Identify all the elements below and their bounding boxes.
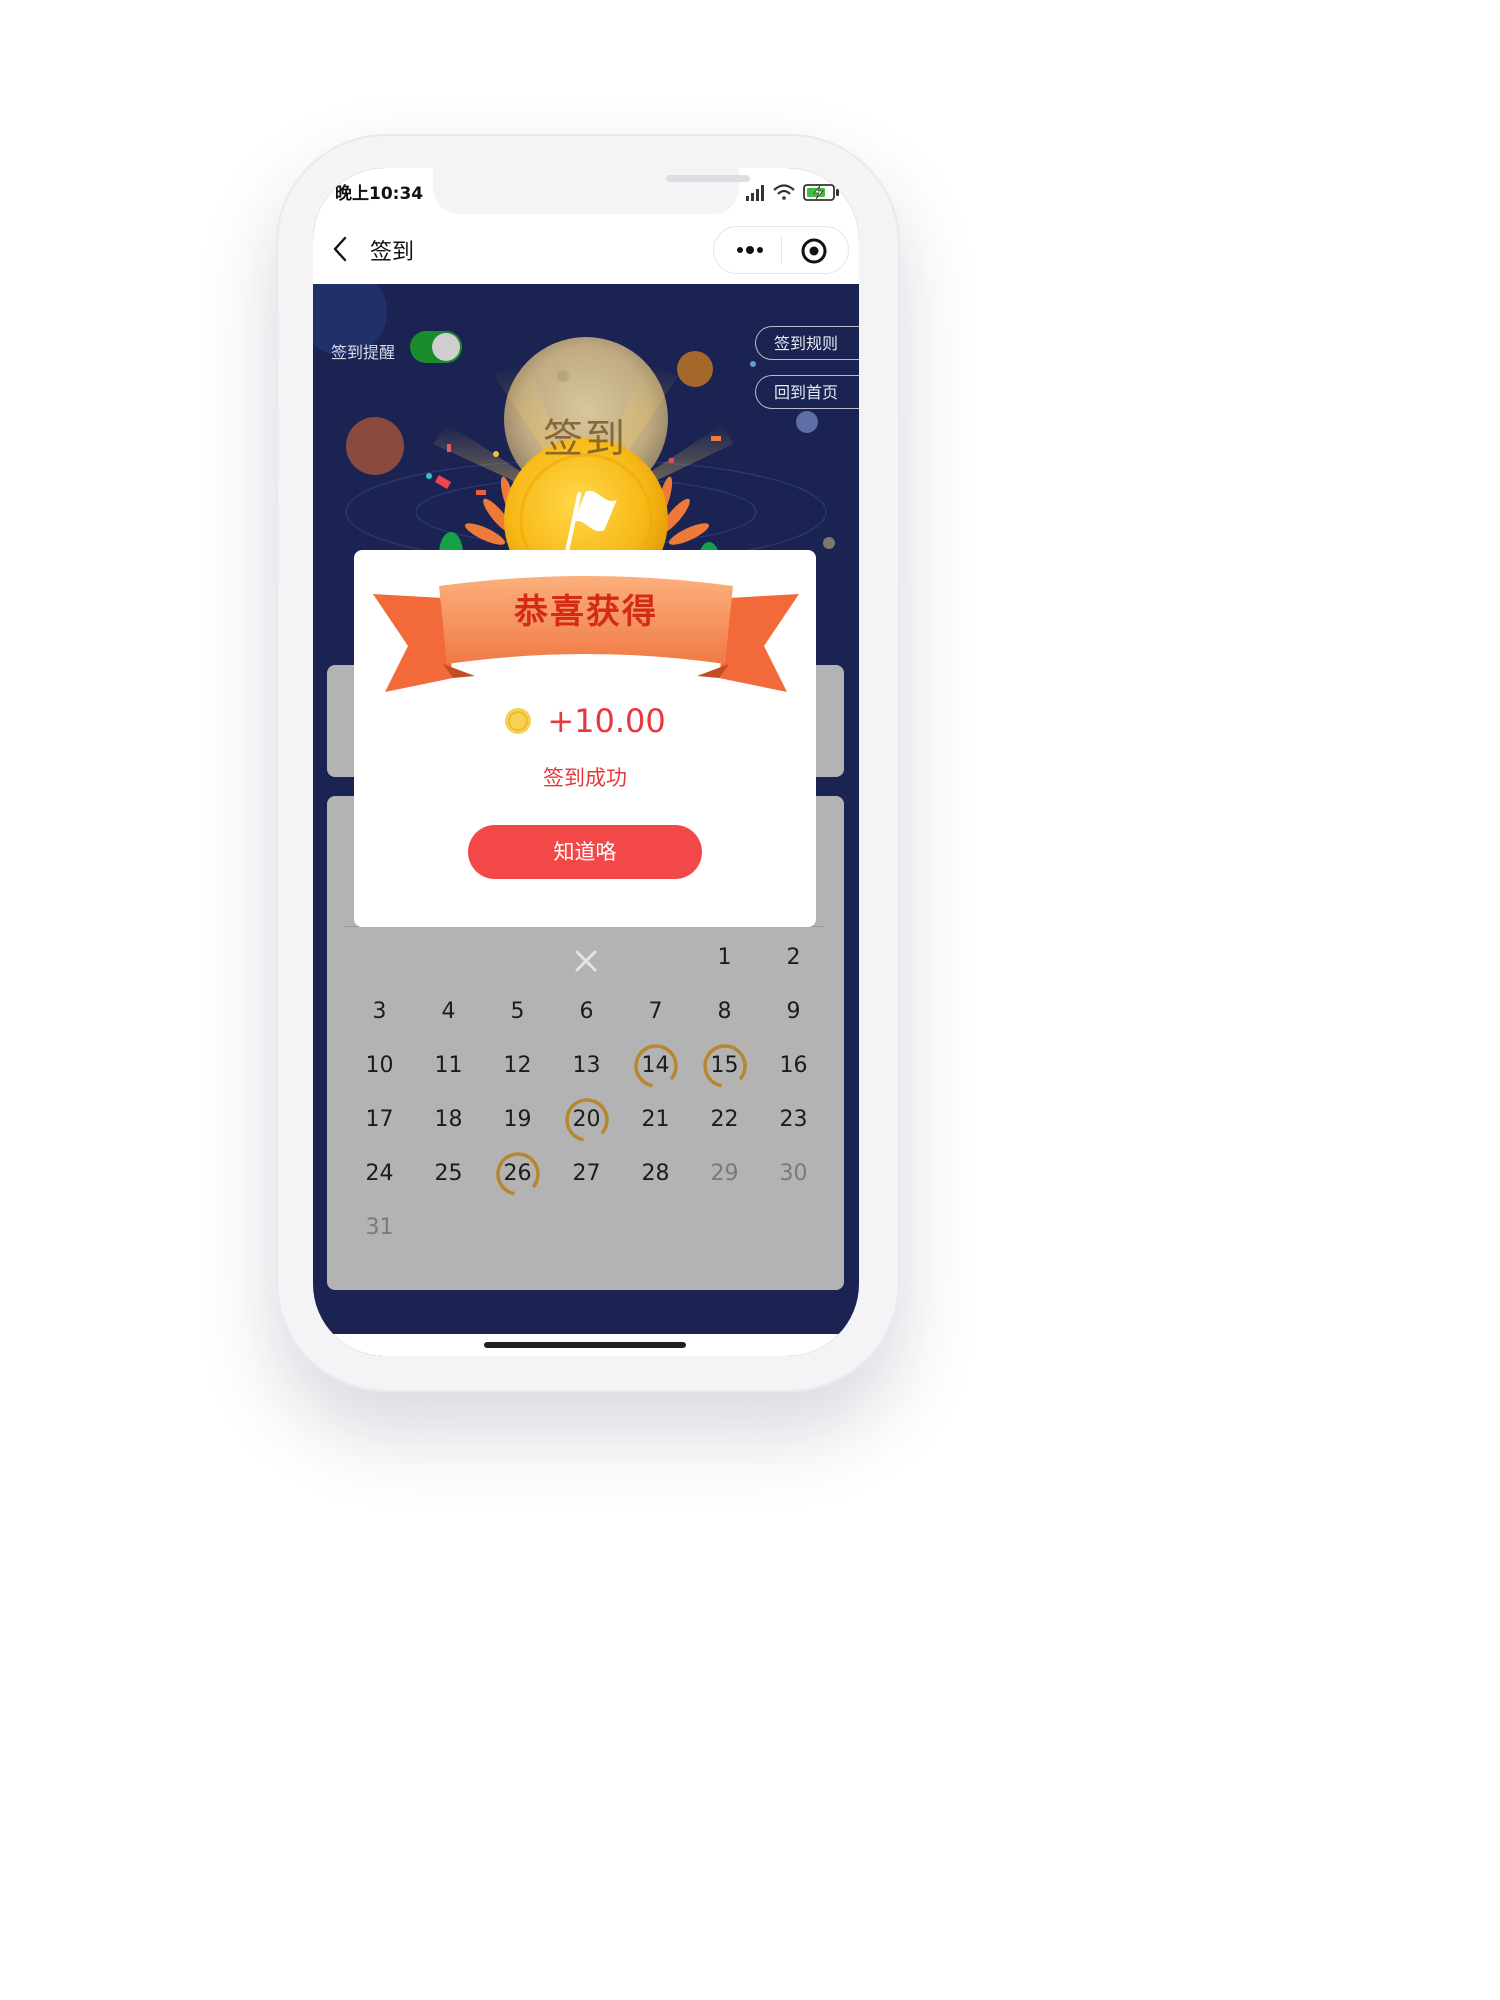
calendar-day-label: 15 xyxy=(710,1053,739,1078)
calendar-day[interactable]: 23 xyxy=(759,1100,828,1140)
status-icons xyxy=(746,184,839,201)
calendar-day[interactable]: 22 xyxy=(690,1100,759,1140)
calendar-week-row: 10 11 12 13 14 15 16 xyxy=(345,1044,829,1100)
calendar-day[interactable]: 9 xyxy=(759,992,828,1032)
calendar-day-label: 14 xyxy=(641,1053,670,1078)
planet-shape xyxy=(823,537,835,549)
phone-side-button xyxy=(273,310,279,360)
calendar-day[interactable]: 5 xyxy=(483,992,552,1032)
phone-side-button xyxy=(899,415,905,580)
calendar-day[interactable]: 29 xyxy=(690,1154,759,1194)
calendar-day[interactable]: 12 xyxy=(483,1046,552,1086)
calendar-day[interactable]: 27 xyxy=(552,1154,621,1194)
calendar-week-row: 31 xyxy=(345,1208,829,1262)
status-time: 晚上10:34 xyxy=(335,184,424,204)
signin-remind-label: 签到提醒 xyxy=(331,343,396,362)
phone-side-button xyxy=(273,405,279,485)
planet-shape xyxy=(346,417,404,475)
ribbon-title: 恭喜获得 xyxy=(514,592,658,632)
calendar-day[interactable]: 20 xyxy=(552,1098,621,1142)
calendar-day[interactable]: 14 xyxy=(621,1044,690,1088)
calendar-day[interactable]: 28 xyxy=(621,1154,690,1194)
calendar-week-row: 3456789 xyxy=(345,992,829,1046)
calendar-day[interactable]: 24 xyxy=(345,1154,414,1194)
toggle-knob xyxy=(432,333,460,361)
calendar-day[interactable]: 13 xyxy=(552,1046,621,1086)
calendar-day[interactable]: 18 xyxy=(414,1100,483,1140)
planet-shape xyxy=(677,351,713,387)
signin-remind-toggle[interactable] xyxy=(410,331,462,363)
more-icon[interactable] xyxy=(734,239,766,261)
planet-shape xyxy=(796,411,818,433)
calendar-day[interactable]: 15 xyxy=(690,1044,759,1088)
calendar-day[interactable]: 10 xyxy=(345,1046,414,1086)
calendar-day[interactable]: 4 xyxy=(414,992,483,1032)
wifi-icon xyxy=(773,184,795,200)
calendar-week-row: 24 25 26 27 28 29 30 xyxy=(345,1152,829,1208)
calendar-day[interactable]: 2 xyxy=(759,938,828,978)
back-home-button[interactable]: 回到首页 xyxy=(755,375,859,409)
miniprogram-capsule xyxy=(713,226,849,274)
close-icon[interactable] xyxy=(573,948,599,974)
calendar-day[interactable]: 17 xyxy=(345,1100,414,1140)
calendar-day-label: 26 xyxy=(503,1161,532,1186)
phone-screen: 签到提醒 签到规则 回到首页 签到 1 2 3 4 5 6 7 8 9 10 11 12 13 14 15 1… xyxy=(313,168,859,1356)
back-arrow-icon[interactable] xyxy=(331,234,353,264)
signal-icon xyxy=(746,185,764,201)
calendar-day[interactable]: 7 xyxy=(621,992,690,1032)
speaker-grille xyxy=(666,175,750,182)
calendar-day[interactable]: 21 xyxy=(621,1100,690,1140)
signin-success-text: 签到成功 xyxy=(543,766,627,790)
calendar-day[interactable]: 30 xyxy=(759,1154,828,1194)
phone-side-button xyxy=(273,505,279,585)
app-header: 晚上10:34 签到 xyxy=(313,168,859,284)
phone-notch xyxy=(433,168,750,214)
calendar-day[interactable]: 3 xyxy=(345,992,414,1032)
calendar-day[interactable]: 1 xyxy=(690,938,759,978)
calendar-day[interactable]: 16 xyxy=(759,1046,828,1086)
page-title: 签到 xyxy=(370,240,415,265)
moon-title: 签到 xyxy=(543,416,627,462)
calendar-week-row: 17 18 19 20 21 22 23 xyxy=(345,1098,829,1154)
calendar-day[interactable]: 6 xyxy=(552,992,621,1032)
calendar-day[interactable]: 19 xyxy=(483,1100,552,1140)
battery-icon xyxy=(803,184,839,201)
capsule-divider xyxy=(781,237,782,263)
calendar-day[interactable]: 11 xyxy=(414,1046,483,1086)
calendar-day[interactable]: 31 xyxy=(345,1208,414,1248)
exit-miniprogram-icon[interactable] xyxy=(800,237,828,265)
calendar-day[interactable]: 8 xyxy=(690,992,759,1032)
calendar-day-label: 20 xyxy=(572,1107,601,1132)
got-it-button[interactable]: 知道咯 xyxy=(468,825,702,879)
signin-rules-button[interactable]: 签到规则 xyxy=(755,326,859,360)
home-indicator[interactable] xyxy=(484,1342,686,1348)
calendar-day[interactable]: 26 xyxy=(483,1152,552,1196)
calendar-day[interactable]: 25 xyxy=(414,1154,483,1194)
